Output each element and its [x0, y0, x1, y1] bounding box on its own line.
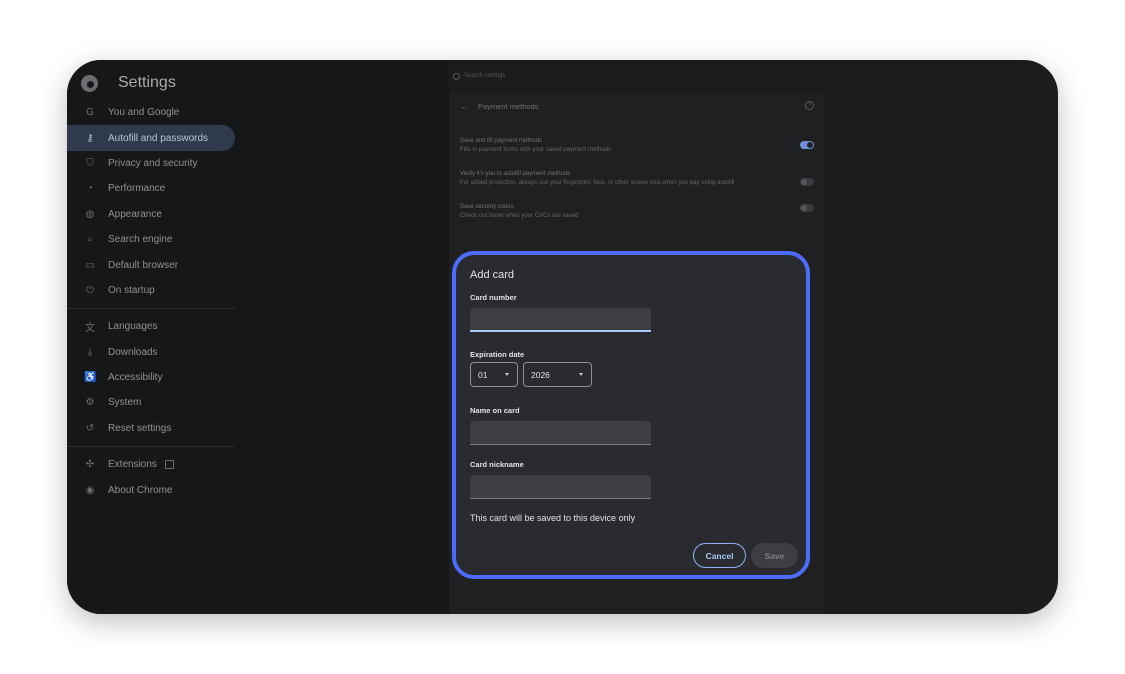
sidebar-item-label: Autofill and passwords [108, 132, 209, 144]
external-link-icon [164, 460, 174, 470]
power-icon: ⏻ [86, 284, 94, 296]
sidebar-item-label: System [108, 397, 142, 409]
sidebar-item-label: Privacy and security [108, 157, 198, 169]
palette-icon: ◍ [85, 208, 95, 220]
expiration-year-select[interactable]: 2026 [523, 362, 592, 387]
setting-description: Fills in payment forms with your saved p… [460, 147, 612, 153]
sidebar-item-label: Accessibility [108, 372, 163, 384]
sidebar-item-label: Languages [108, 321, 158, 333]
settings-window: Settings G You and Google ⚷ Autofill and… [67, 60, 1058, 614]
sidebar-item-about-chrome[interactable]: ◉ About Chrome [67, 477, 307, 502]
sidebar-divider [67, 446, 235, 448]
help-icon[interactable]: ? [805, 101, 814, 110]
wrench-icon: ⚙ [85, 397, 95, 409]
card-number-input[interactable] [470, 308, 651, 332]
sidebar-item-appearance[interactable]: ◍ Appearance [67, 202, 307, 227]
search-placeholder: Search settings [464, 73, 506, 79]
setting-description: For added protection, always use your fi… [460, 180, 735, 186]
search-icon: ⌕ [87, 234, 93, 246]
month-value: 01 [478, 369, 488, 380]
sidebar-item-label: Appearance [108, 208, 162, 220]
search-settings-input[interactable]: Search settings [449, 68, 825, 84]
setting-title: Verify it's you to autofill payment meth… [460, 171, 571, 177]
save-button[interactable]: Save [751, 543, 798, 568]
add-card-dialog: Add card Card number Expiration date 01 … [452, 251, 810, 579]
save-location-note: This card will be saved to this device o… [470, 513, 636, 523]
sidebar-item-label: You and Google [108, 107, 180, 119]
sidebar-item-languages[interactable]: 文 Languages [67, 314, 307, 339]
year-value: 2026 [531, 369, 550, 380]
setting-title: Save and fill payment methods [460, 138, 543, 144]
accessibility-icon: ♿ [84, 372, 97, 384]
expiration-date-label: Expiration date [470, 350, 525, 359]
sidebar-item-label: Extensions [108, 459, 157, 471]
setting-title: Save security codes [460, 204, 514, 210]
panel-header: ← Payment methods [449, 93, 825, 119]
puzzle-icon: ✣ [85, 459, 95, 471]
sidebar-item-privacy[interactable]: ⛉ Privacy and security [67, 151, 307, 176]
sidebar-item-performance[interactable]: ◔ Performance [67, 176, 307, 201]
sidebar-item-autofill[interactable]: ⚷ Autofill and passwords [67, 125, 235, 151]
brand: Settings [81, 67, 176, 99]
expiration-month-select[interactable]: 01 [470, 362, 518, 387]
dialog-title: Add card [470, 269, 515, 281]
cancel-button[interactable]: Cancel [693, 543, 746, 568]
sidebar-item-reset[interactable]: ↺ Reset settings [67, 416, 307, 441]
sidebar-item-downloads[interactable]: ⤓ Downloads [67, 340, 307, 365]
chrome-icon: ◉ [85, 484, 95, 496]
key-icon: ⚷ [86, 132, 94, 144]
card-nickname-input[interactable] [470, 475, 651, 499]
chevron-down-icon [579, 373, 583, 376]
app-title: Settings [118, 74, 176, 91]
sidebar-item-accessibility[interactable]: ♿ Accessibility [67, 365, 307, 390]
sidebar-divider [67, 308, 235, 310]
chevron-down-icon [505, 373, 509, 376]
speedometer-icon: ◔ [86, 183, 94, 195]
toggle-save-fill-payment[interactable] [800, 141, 814, 149]
sidebar-item-system[interactable]: ⚙ System [67, 390, 307, 415]
sidebar-item-on-startup[interactable]: ⏻ On startup [67, 278, 307, 303]
page-title: Payment methods [478, 101, 539, 111]
sidebar-item-label: About Chrome [108, 484, 173, 496]
sidebar-item-label: Downloads [108, 346, 158, 358]
chrome-logo-icon [81, 74, 98, 92]
sidebar-item-you-and-google[interactable]: G You and Google [67, 100, 307, 125]
toggle-save-security-codes[interactable] [800, 204, 814, 212]
sidebar-item-default-browser[interactable]: ▭ Default browser [67, 252, 307, 277]
name-on-card-label: Name on card [470, 406, 520, 415]
reset-icon: ↺ [85, 422, 95, 434]
setting-save-fill-payment: Save and fill payment methods Fills in p… [449, 137, 825, 155]
sidebar-item-label: Performance [108, 183, 166, 195]
search-icon [453, 72, 460, 80]
setting-verify-autofill: Verify it's you to autofill payment meth… [449, 170, 825, 188]
browser-icon: ▭ [85, 259, 95, 271]
sidebar-item-label: Search engine [108, 234, 173, 246]
shield-icon: ⛉ [86, 157, 94, 169]
sidebar-item-label: Default browser [108, 259, 179, 271]
download-icon: ⤓ [87, 346, 93, 358]
name-on-card-input[interactable] [470, 421, 651, 445]
setting-description: Check out faster when your CVCs are save… [460, 213, 579, 219]
sidebar-nav: G You and Google ⚷ Autofill and password… [67, 100, 307, 503]
card-number-label: Card number [470, 293, 517, 302]
card-nickname-label: Card nickname [470, 460, 524, 469]
setting-save-security-codes: Save security codes Check out faster whe… [449, 203, 825, 221]
sidebar-item-extensions[interactable]: ✣ Extensions [67, 452, 307, 477]
toggle-verify-autofill[interactable] [800, 178, 814, 186]
sidebar: Settings G You and Google ⚷ Autofill and… [67, 60, 449, 614]
back-arrow-icon[interactable]: ← [460, 102, 468, 111]
sidebar-item-label: Reset settings [108, 422, 172, 434]
sidebar-item-search-engine[interactable]: ⌕ Search engine [67, 227, 307, 252]
translate-icon: 文 [85, 323, 95, 335]
sidebar-item-label: On startup [108, 284, 155, 296]
google-g-icon: G [86, 107, 94, 119]
